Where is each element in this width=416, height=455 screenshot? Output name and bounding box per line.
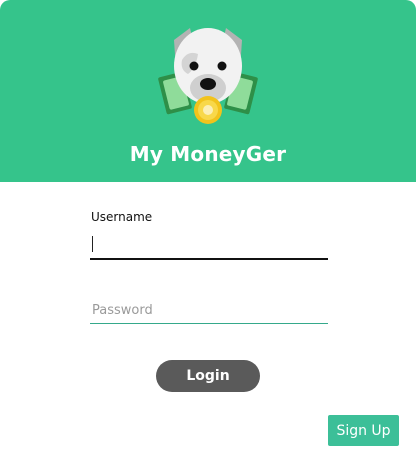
dog-money-icon	[158, 28, 258, 124]
username-label: Username	[91, 210, 153, 224]
header-banner: My MoneyGer	[0, 0, 416, 182]
username-input[interactable]	[90, 230, 328, 260]
app-title: My MoneyGer	[129, 142, 287, 166]
sign-up-button[interactable]: Sign Up	[328, 415, 399, 446]
password-input[interactable]	[90, 298, 328, 324]
login-window: My MoneyGer Username Login Sign Up	[0, 0, 416, 455]
text-caret	[92, 236, 93, 252]
login-button[interactable]: Login	[156, 360, 260, 392]
